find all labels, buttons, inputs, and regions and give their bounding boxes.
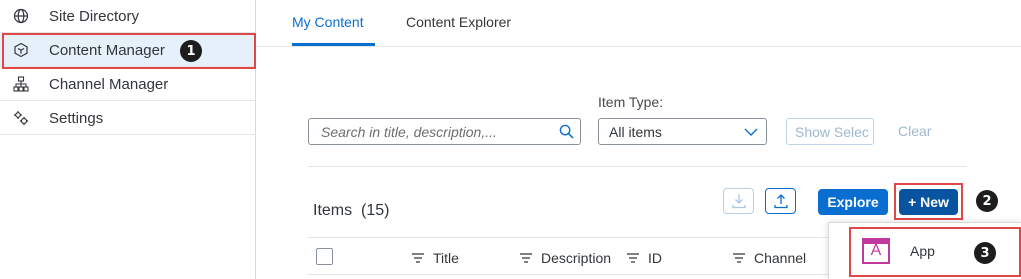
sidebar: Site Directory Content Manager Channel M… [0, 0, 256, 279]
section-divider [308, 166, 967, 167]
column-label: Channel [754, 250, 807, 266]
column-header-channel[interactable]: Channel [732, 250, 806, 266]
upload-icon [773, 194, 788, 209]
table-divider [308, 274, 848, 275]
sort-lines-icon [411, 253, 425, 263]
column-label: Description [541, 250, 612, 266]
download-button[interactable] [723, 188, 754, 214]
search-icon[interactable] [552, 124, 580, 139]
tab-divider [256, 46, 1021, 47]
items-count-title: Items (15) [313, 202, 390, 219]
menu-item-label: App [910, 243, 935, 259]
sidebar-item-content-manager[interactable]: Content Manager [0, 34, 256, 67]
sidebar-item-label: Settings [49, 109, 104, 127]
select-all-checkbox[interactable] [316, 248, 333, 265]
tab-my-content[interactable]: My Content [292, 14, 364, 30]
item-type-label: Item Type: [598, 94, 664, 110]
item-type-select[interactable]: All items [598, 118, 767, 145]
chevron-down-icon [736, 128, 766, 136]
clear-button[interactable]: Clear [898, 123, 931, 139]
gears-icon [13, 110, 29, 126]
sidebar-item-site-directory[interactable]: Site Directory [0, 0, 256, 33]
item-type-value: All items [609, 123, 662, 140]
tab-content-explorer[interactable]: Content Explorer [406, 14, 511, 30]
sidebar-item-channel-manager[interactable]: Channel Manager [0, 68, 256, 101]
items-table-header: Title Description ID Channel [308, 237, 848, 279]
cube-icon [13, 42, 29, 58]
search-placeholder: Search in title, description,... [321, 123, 497, 140]
step-1-badge: 1 [180, 40, 202, 62]
sidebar-item-label: Content Manager [49, 41, 165, 59]
show-selected-button[interactable]: Show Selec [786, 118, 874, 145]
search-input[interactable]: Search in title, description,... [308, 118, 581, 145]
column-label: ID [648, 250, 662, 266]
sort-lines-icon [626, 253, 640, 263]
sidebar-item-label: Channel Manager [49, 75, 169, 93]
step-3-badge: 3 [974, 242, 996, 264]
explore-button[interactable]: Explore [818, 189, 888, 215]
sidebar-item-label: Site Directory [49, 7, 140, 25]
column-header-description[interactable]: Description [519, 250, 611, 266]
download-icon [731, 194, 746, 209]
column-header-id[interactable]: ID [626, 250, 662, 266]
column-header-title[interactable]: Title [411, 250, 459, 266]
sort-lines-icon [732, 253, 746, 263]
app-tile-icon: A [862, 238, 890, 264]
new-button[interactable]: + New [899, 189, 958, 215]
sort-lines-icon [519, 253, 533, 263]
org-chart-icon [13, 76, 29, 92]
column-label: Title [433, 250, 459, 266]
step-2-badge: 2 [976, 190, 998, 212]
upload-button[interactable] [765, 188, 796, 214]
sidebar-item-settings[interactable]: Settings [0, 102, 256, 135]
globe-icon [13, 8, 29, 24]
